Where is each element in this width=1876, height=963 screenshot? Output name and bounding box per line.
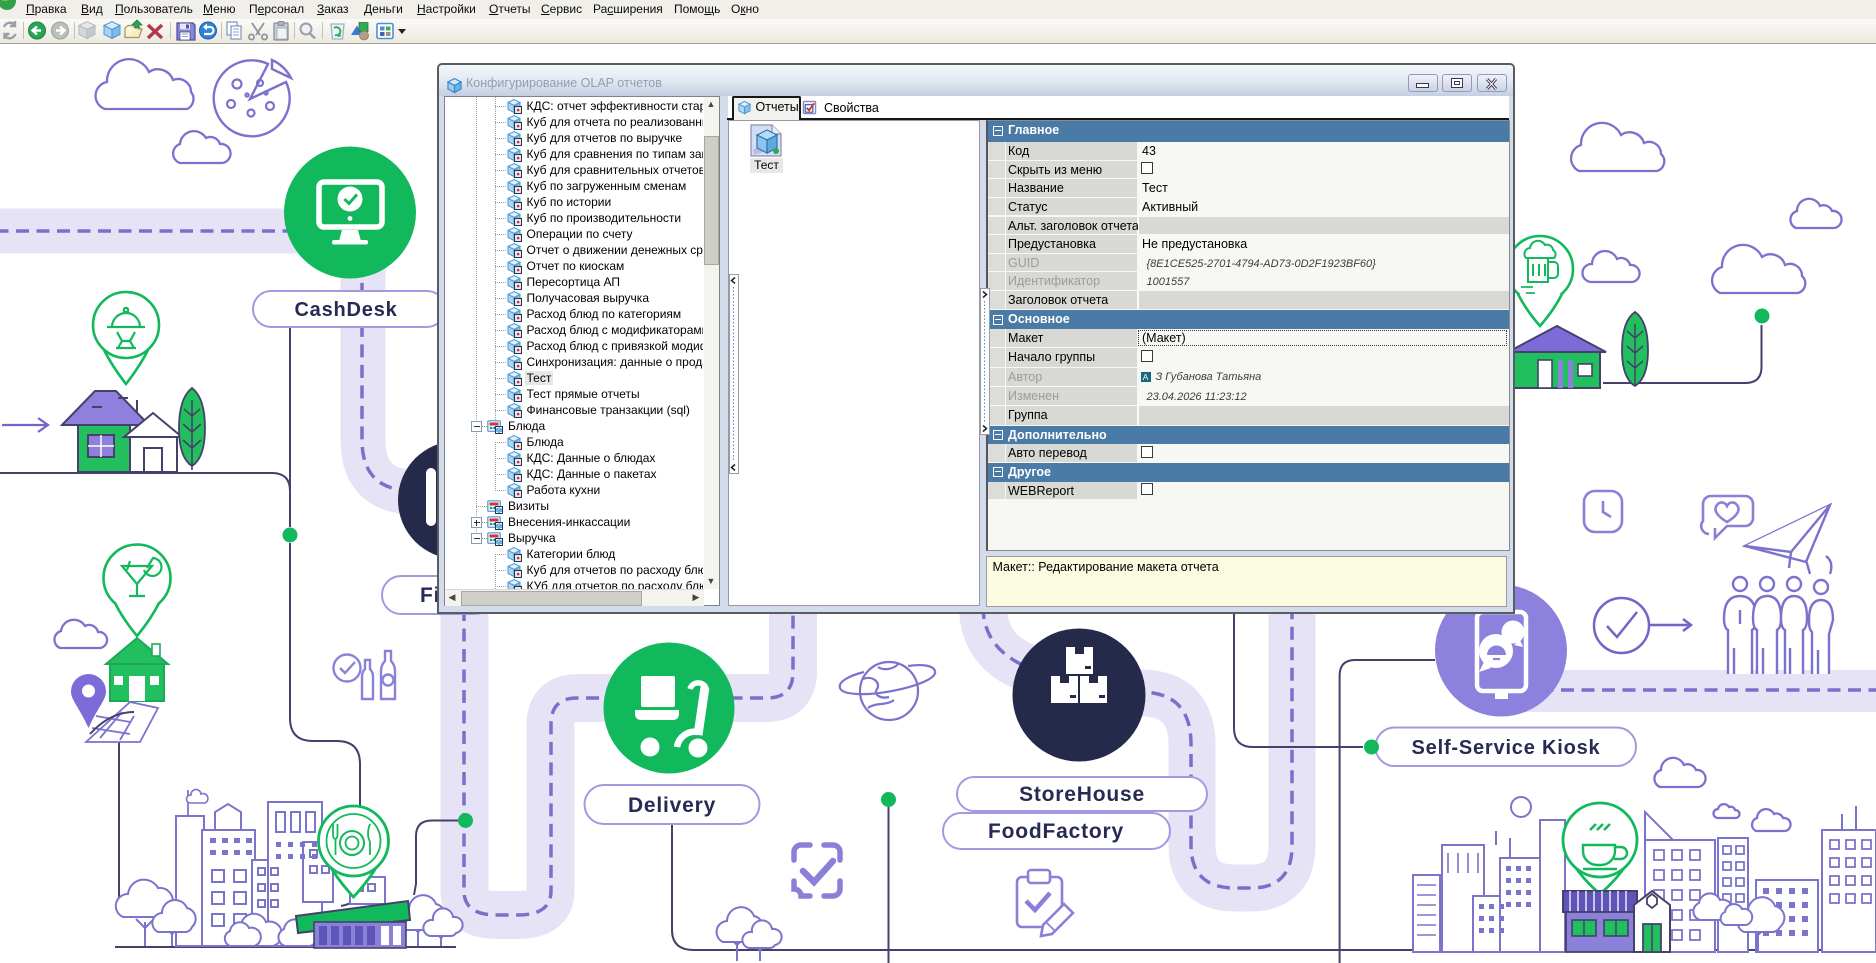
svg-text:Delivery: Delivery (628, 794, 716, 817)
svg-text:CashDesk: CashDesk (294, 299, 397, 321)
svg-text:Self-Service Kiosk: Self-Service Kiosk (1412, 737, 1601, 759)
svg-text:StoreHouse: StoreHouse (1019, 783, 1145, 806)
svg-text:FoodFactory: FoodFactory (988, 820, 1124, 843)
